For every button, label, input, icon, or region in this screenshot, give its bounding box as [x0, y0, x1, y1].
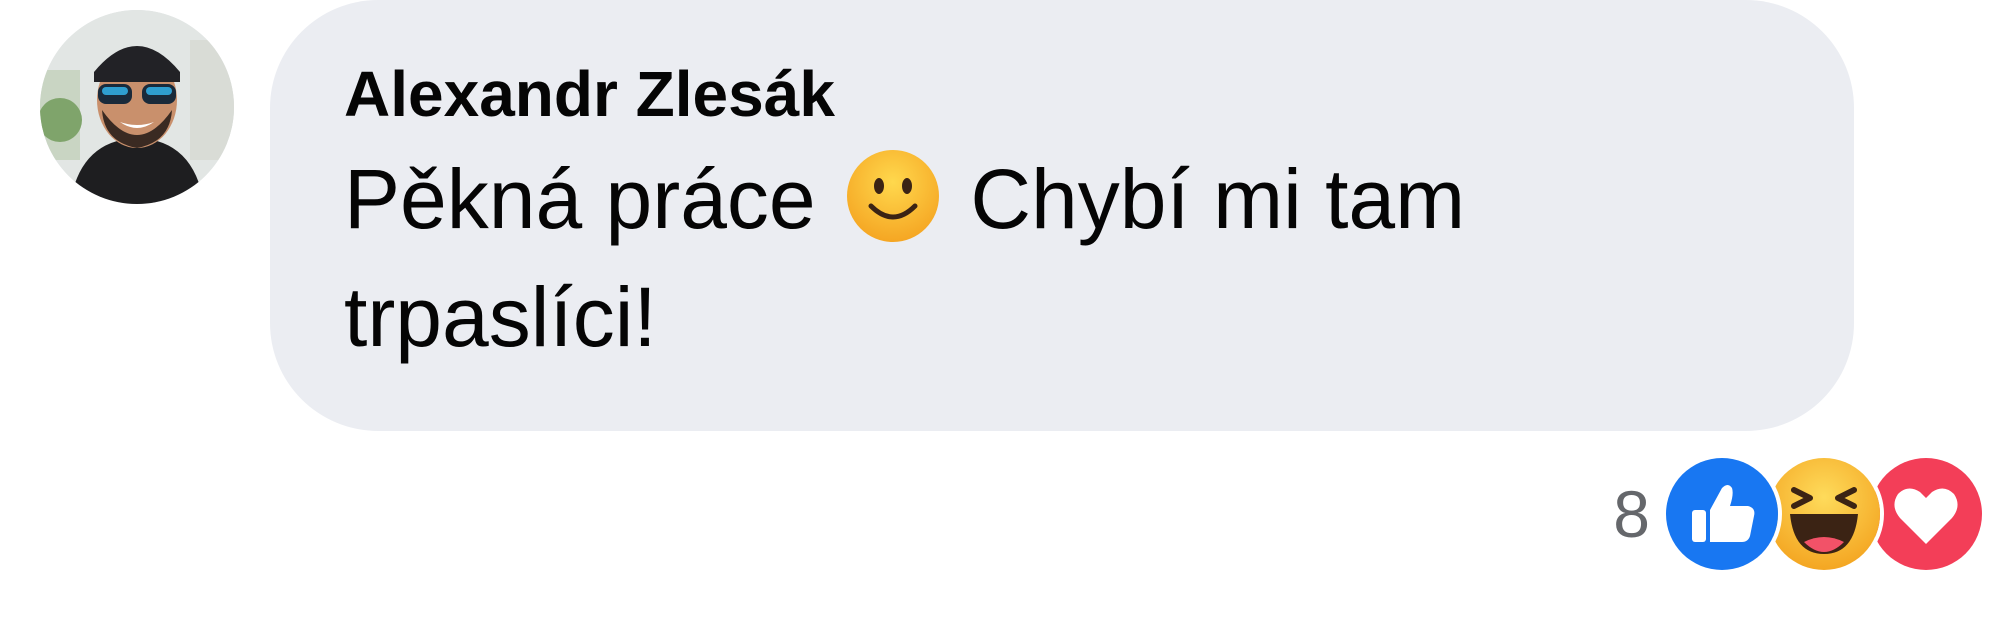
comment-author[interactable]: Alexandr Zlesák [344, 56, 1774, 132]
like-icon [1662, 454, 1782, 574]
reactions-summary[interactable]: 8 [1613, 454, 1986, 574]
comment-text-part-1: Pěkná práce [344, 152, 816, 246]
comment-bubble: Alexandr Zlesák Pěkná práce Chybí mi tam… [270, 0, 1854, 431]
reaction-count: 8 [1613, 477, 1650, 551]
love-icon [1866, 454, 1986, 574]
comment-text: Pěkná práce Chybí mi tam trpaslíci! [344, 140, 1644, 376]
slightly-smiling-face-icon [845, 148, 941, 244]
avatar-photo [40, 10, 234, 204]
haha-icon [1764, 454, 1884, 574]
avatar[interactable] [40, 10, 234, 204]
